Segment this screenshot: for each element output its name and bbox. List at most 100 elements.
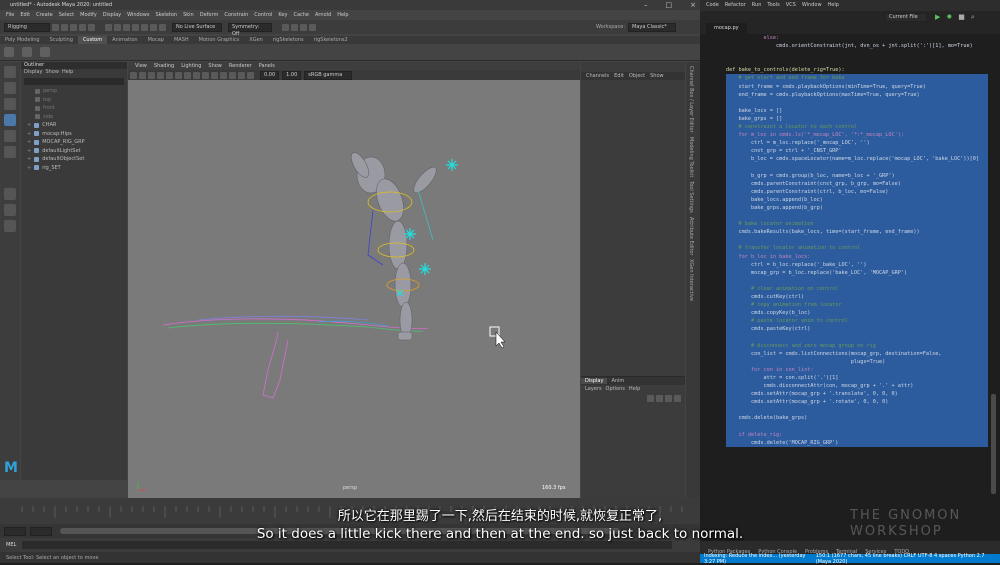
outliner-menu-display[interactable]: Display xyxy=(24,69,42,76)
channel-menu-edit[interactable]: Edit xyxy=(614,73,624,79)
viewport-menu-lighting[interactable]: Lighting xyxy=(181,62,201,70)
menu-skin[interactable]: Skin xyxy=(183,12,194,18)
open-scene-icon[interactable] xyxy=(61,23,68,31)
undo-icon[interactable] xyxy=(79,23,86,31)
grid-icon[interactable] xyxy=(166,71,173,79)
playback-start-field[interactable] xyxy=(30,526,52,536)
snap-plane-icon[interactable] xyxy=(159,23,166,31)
tab-motion-graphics[interactable]: Motion Graphics xyxy=(194,36,245,44)
redo-icon[interactable] xyxy=(88,23,95,31)
outliner-item[interactable]: persp xyxy=(21,87,127,96)
command-input[interactable] xyxy=(22,541,673,549)
hypershade-icon[interactable] xyxy=(309,23,316,31)
expand-icon[interactable]: + xyxy=(27,121,31,130)
menu-skeleton[interactable]: Skeleton xyxy=(155,12,177,18)
layer-menu-help[interactable]: Help xyxy=(629,386,640,392)
tab-custom[interactable]: Custom xyxy=(77,36,108,44)
minimize-icon[interactable]: – xyxy=(634,0,648,10)
expand-icon[interactable]: + xyxy=(27,164,31,173)
select-tool-icon[interactable] xyxy=(4,66,16,78)
viewport-3d[interactable]: persp 160.3 fps xyxy=(128,80,580,498)
range-bar[interactable] xyxy=(60,528,620,534)
editor-menu-run[interactable]: Run xyxy=(752,0,762,11)
shelf-button-1[interactable] xyxy=(4,47,14,57)
expand-icon[interactable]: + xyxy=(27,147,31,156)
menu-file[interactable]: File xyxy=(6,12,14,18)
snap-curve-icon[interactable] xyxy=(141,23,148,31)
isolate-icon[interactable] xyxy=(247,71,254,79)
rotate-tool-icon[interactable] xyxy=(4,130,16,142)
range-slider[interactable] xyxy=(0,524,700,538)
viewport-menu-renderer[interactable]: Renderer xyxy=(229,62,252,70)
new-scene-icon[interactable] xyxy=(52,23,59,31)
bookmark-icon[interactable] xyxy=(148,71,155,79)
scroll-thumb[interactable] xyxy=(991,394,996,494)
outliner-item[interactable]: + mocap:Hips xyxy=(21,130,127,139)
lights-icon[interactable] xyxy=(220,71,227,79)
textured-icon[interactable] xyxy=(211,71,218,79)
viewport-menu-shading[interactable]: Shading xyxy=(154,62,174,70)
expand-icon[interactable]: + xyxy=(27,138,31,147)
menu-cache[interactable]: Cache xyxy=(293,12,309,18)
menu-display[interactable]: Display xyxy=(103,12,121,18)
tab-rigskeletons[interactable]: rigSkeletons xyxy=(268,36,309,44)
paint-select-icon[interactable] xyxy=(4,98,16,110)
mode-dropdown[interactable]: Rigging xyxy=(4,22,50,32)
side-tab-tool-settings[interactable]: Tool Settings xyxy=(688,181,694,213)
xray-icon[interactable] xyxy=(238,71,245,79)
side-tab-attribute-editor[interactable]: Attribute Editor xyxy=(688,217,694,255)
scale-tool-icon[interactable] xyxy=(4,146,16,158)
exposure-field[interactable]: 0.00 xyxy=(260,70,280,80)
run-icon[interactable]: ▶ xyxy=(935,13,940,21)
symmetry-dropdown[interactable]: Symmetry: Off xyxy=(228,22,272,37)
menu-key[interactable]: Key xyxy=(278,12,287,18)
shadows-icon[interactable] xyxy=(229,71,236,79)
render-icon[interactable] xyxy=(282,23,289,31)
menu-edit[interactable]: Edit xyxy=(20,12,30,18)
gamma-field[interactable]: 1.00 xyxy=(282,70,302,80)
lasso-tool-icon[interactable] xyxy=(4,82,16,94)
layer-tab-anim[interactable]: Anim xyxy=(607,378,628,384)
outliner-search-input[interactable] xyxy=(24,78,124,85)
tab-rigskeletons2[interactable]: rigSkeletons2 xyxy=(309,36,353,44)
shelf-button-3[interactable] xyxy=(40,47,50,57)
run-config-dropdown[interactable]: Current File xyxy=(885,12,927,22)
tab-xgen[interactable]: XGen xyxy=(244,36,268,44)
menu-constrain[interactable]: Constrain xyxy=(224,12,248,18)
camera-attributes-icon[interactable] xyxy=(139,71,146,79)
image-plane-icon[interactable] xyxy=(157,71,164,79)
camera-select-icon[interactable] xyxy=(130,71,137,79)
outliner-item[interactable]: top xyxy=(21,96,127,105)
viewport-menu-view[interactable]: View xyxy=(135,62,147,70)
snap-grid-icon[interactable] xyxy=(132,23,139,31)
tab-sculpting[interactable]: Sculpting xyxy=(45,36,78,44)
menu-control[interactable]: Control xyxy=(254,12,272,18)
new-layer-icon[interactable] xyxy=(665,394,672,402)
move-tool-icon[interactable] xyxy=(4,114,16,126)
select-hierarchy-icon[interactable] xyxy=(105,23,112,31)
channel-menu-show[interactable]: Show xyxy=(650,73,664,79)
smooth-shade-icon[interactable] xyxy=(202,71,209,79)
select-component-icon[interactable] xyxy=(123,23,130,31)
layout-icon[interactable] xyxy=(4,220,16,232)
side-tab-channel-box-layer-editor[interactable]: Channel Box / Layer Editor xyxy=(688,66,694,133)
outliner-menu-show[interactable]: Show xyxy=(45,69,59,76)
menu-help[interactable]: Help xyxy=(337,12,348,18)
close-icon[interactable]: × xyxy=(680,0,696,10)
cmd-language-label[interactable]: MEL xyxy=(6,542,16,548)
film-gate-icon[interactable] xyxy=(175,71,182,79)
layer-tab-display[interactable]: Display xyxy=(581,378,608,384)
color-space-dropdown[interactable]: sRGB gamma xyxy=(304,70,353,80)
editor-menu-refactor[interactable]: Refactor xyxy=(725,0,746,11)
tab-poly-modeling[interactable]: Poly Modeling xyxy=(0,36,45,44)
editor-menu-window[interactable]: Window xyxy=(802,0,822,11)
outliner-item[interactable]: + defaultLightSet xyxy=(21,147,127,156)
resolution-gate-icon[interactable] xyxy=(184,71,191,79)
viewport-menu-show[interactable]: Show xyxy=(208,62,222,70)
editor-menu-code[interactable]: Code xyxy=(706,0,719,11)
tab-mocap[interactable]: Mocap xyxy=(143,36,169,44)
editor-menu-tools[interactable]: Tools xyxy=(767,0,779,11)
live-surface-dropdown[interactable]: No Live Surface xyxy=(172,22,222,32)
tab-mocap-py[interactable]: mocap.py xyxy=(706,23,747,34)
outliner-item[interactable]: + defaultObjectSet xyxy=(21,155,127,164)
